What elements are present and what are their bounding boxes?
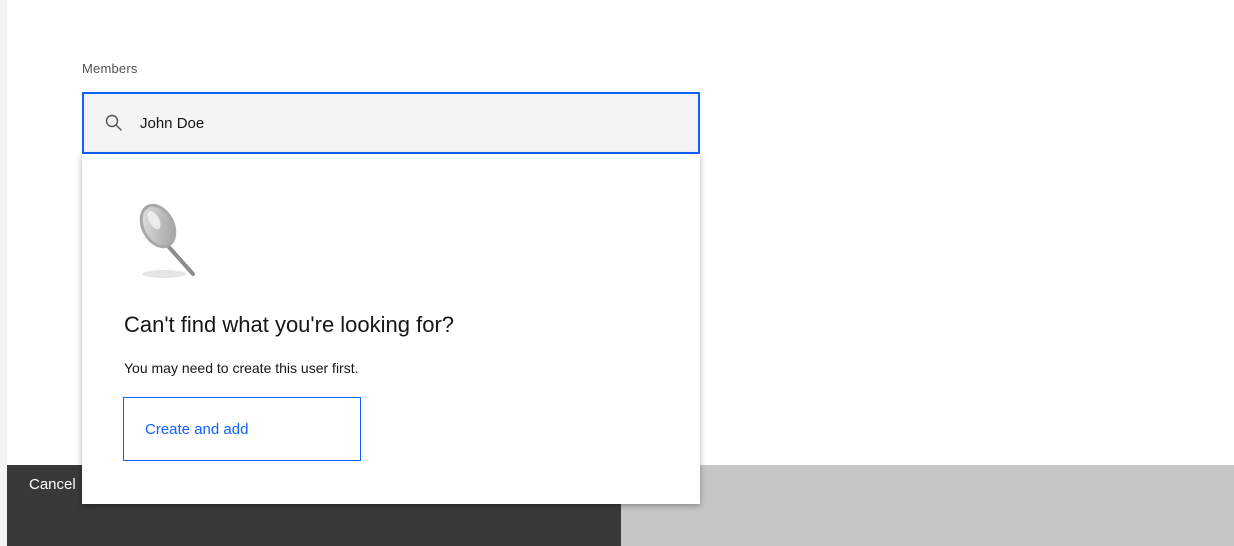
members-label: Members — [82, 61, 138, 76]
magnifying-glass-illustration-icon — [134, 194, 204, 284]
create-and-add-button[interactable]: Create and add — [123, 397, 361, 461]
empty-state-title: Can't find what you're looking for? — [124, 312, 455, 337]
members-search-input[interactable] — [140, 104, 680, 142]
search-icon — [104, 113, 124, 133]
empty-state-description: You may need to create this user first. — [124, 360, 359, 376]
modal-page: Cancel Members John Doe Can't find what … — [0, 0, 1234, 546]
left-edge — [0, 0, 7, 546]
search-results-dropdown: Can't find what you're looking for? You … — [82, 154, 700, 504]
footer-primary-button-disabled — [621, 465, 1234, 546]
members-search-field[interactable] — [82, 92, 700, 154]
